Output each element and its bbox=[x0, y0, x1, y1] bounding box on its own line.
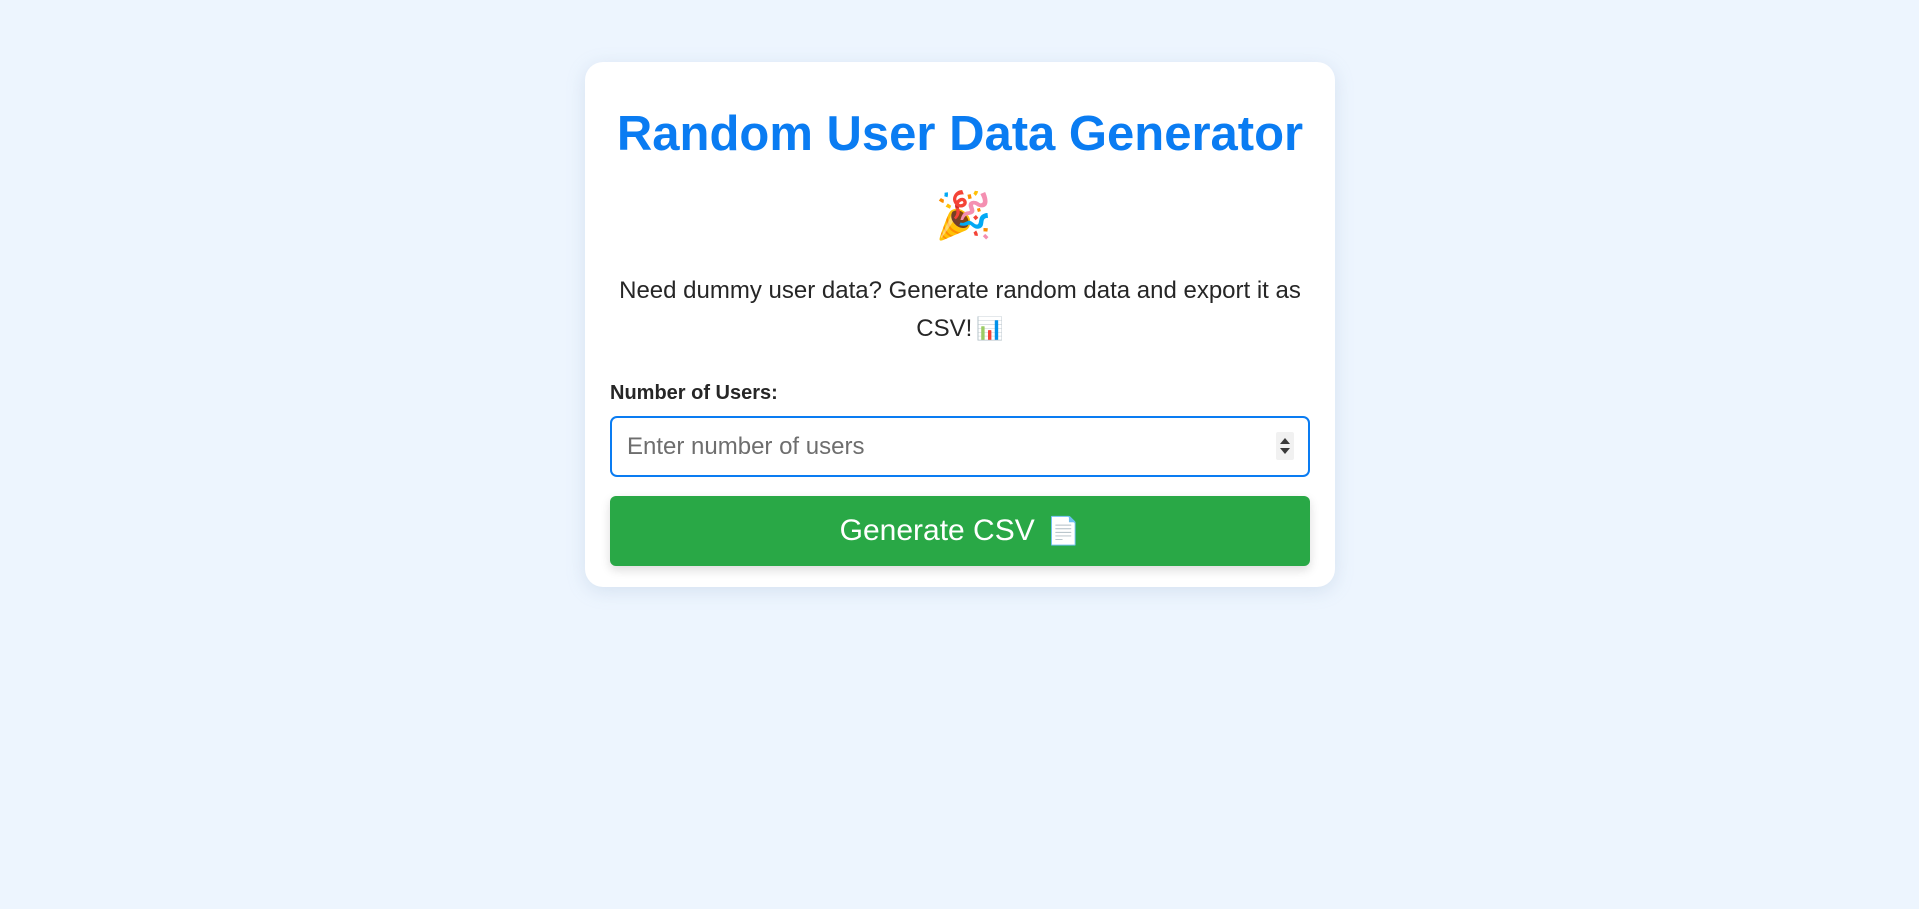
number-of-users-field[interactable] bbox=[610, 416, 1310, 477]
spin-arrows-icon[interactable] bbox=[1276, 432, 1294, 460]
bar-chart-icon: 📊 bbox=[976, 317, 1004, 342]
generator-card: Random User Data Generator 🎉 Need dummy u… bbox=[585, 62, 1335, 587]
description-text: Need dummy user data? Generate random da… bbox=[610, 272, 1310, 349]
description-label: Need dummy user data? Generate random da… bbox=[619, 277, 1301, 342]
number-of-users-label: Number of Users: bbox=[610, 382, 778, 404]
spin-up-arrow-icon[interactable] bbox=[1280, 438, 1290, 444]
party-popper-icon: 🎉 bbox=[935, 188, 993, 242]
document-icon: 📄 bbox=[1046, 516, 1081, 547]
page-title: Random User Data Generator 🎉 bbox=[610, 94, 1310, 256]
spin-down-arrow-icon[interactable] bbox=[1280, 448, 1290, 454]
generate-csv-button[interactable]: Generate CSV 📄 bbox=[610, 496, 1310, 566]
page-title-text: Random User Data Generator bbox=[616, 107, 1304, 161]
generate-csv-label: Generate CSV bbox=[839, 514, 1035, 547]
number-of-users-input[interactable] bbox=[627, 432, 1267, 461]
